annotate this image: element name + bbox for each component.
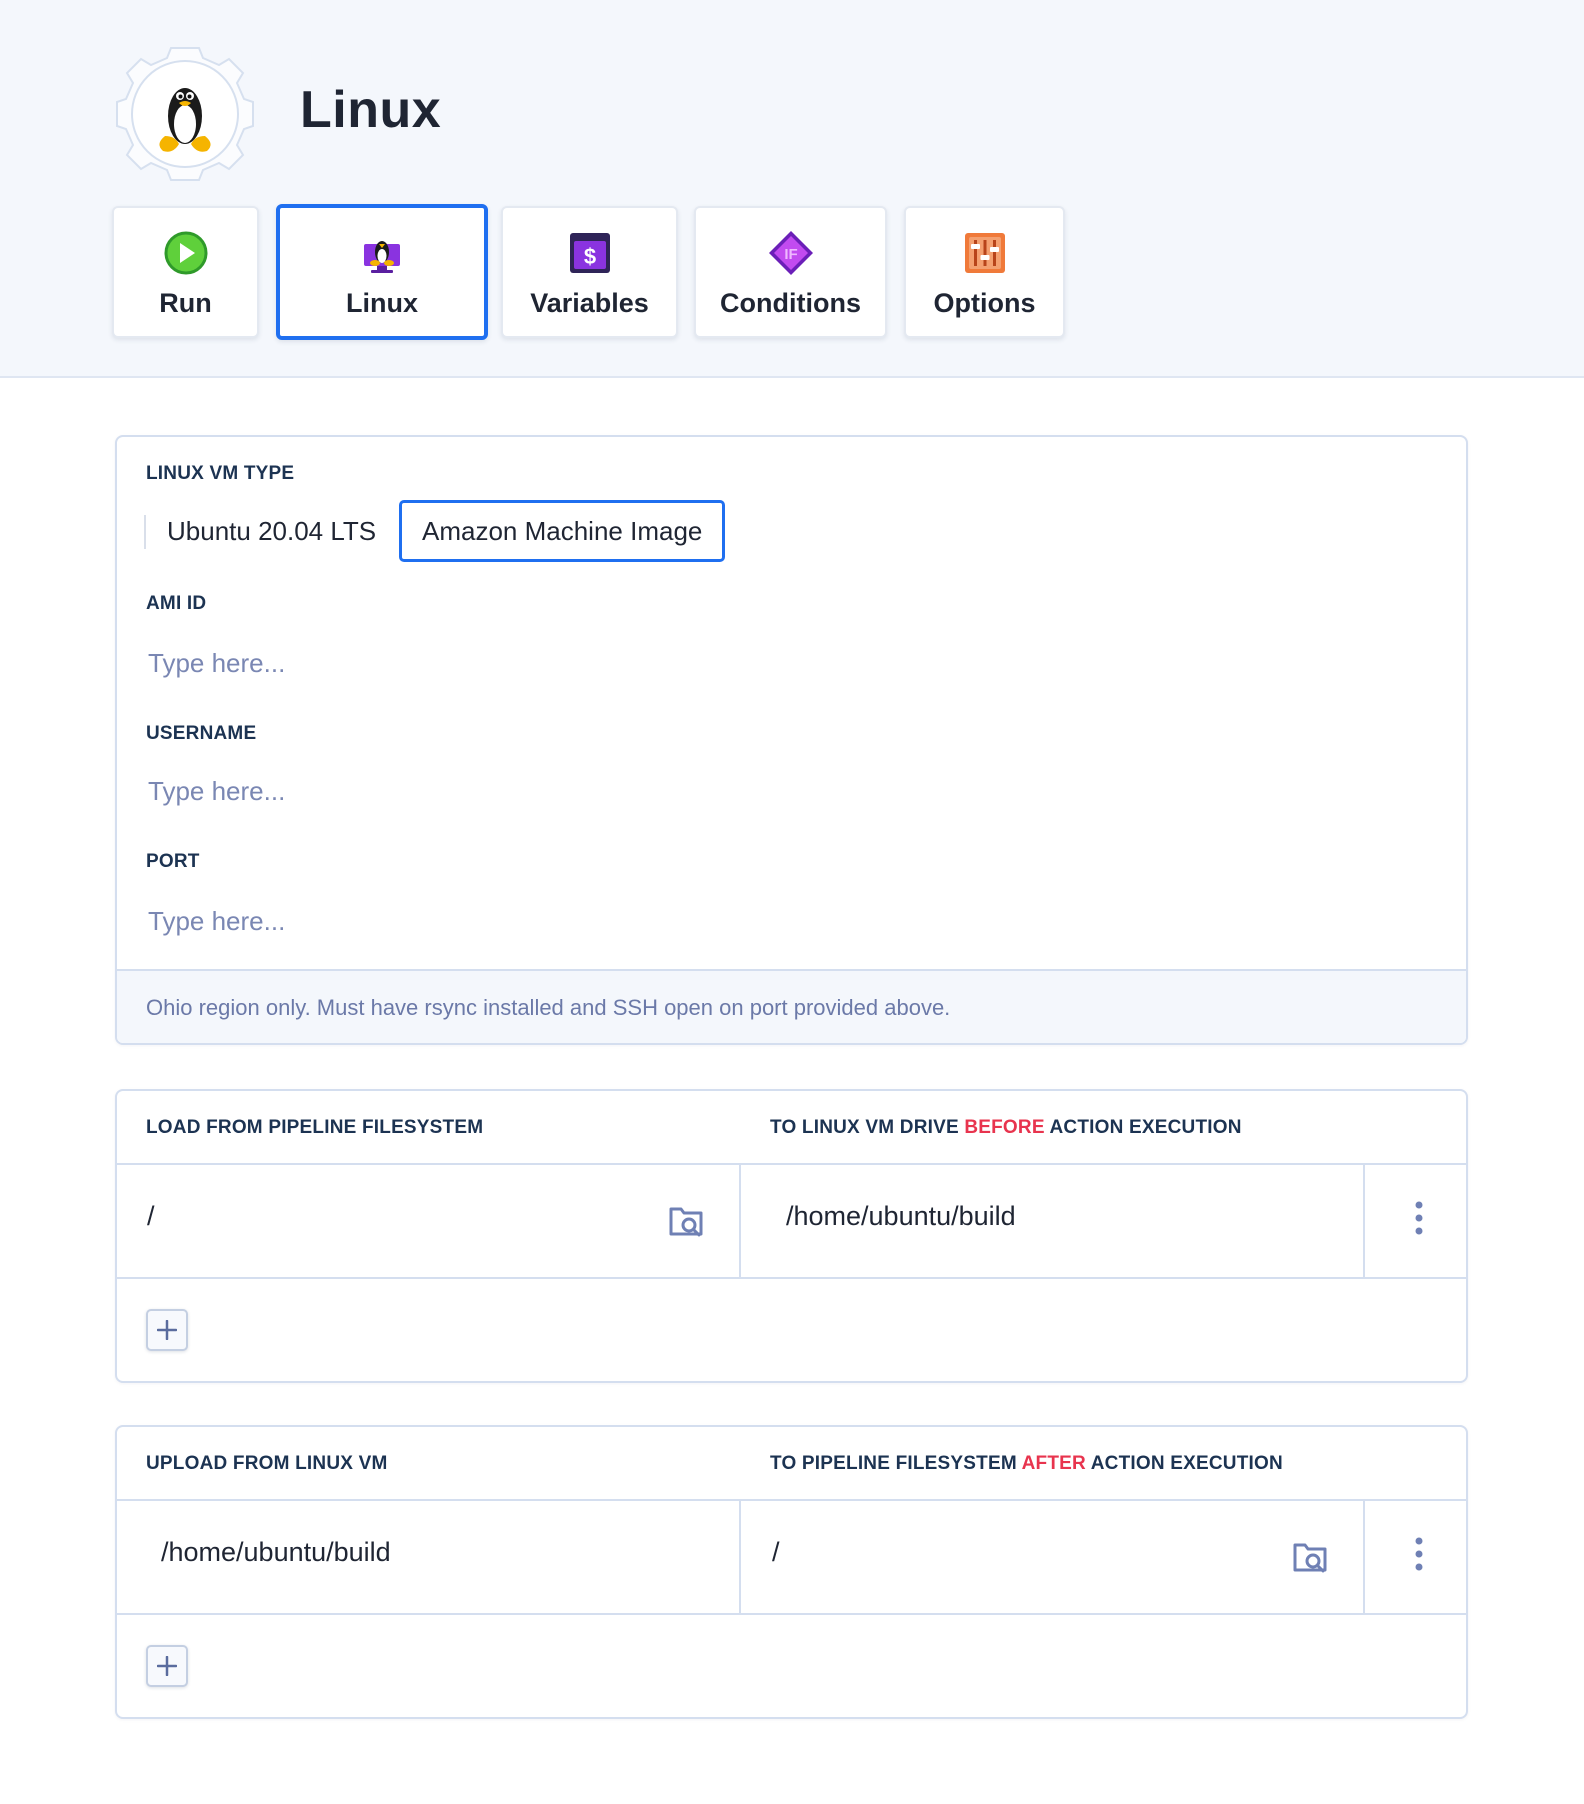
tab-variables[interactable]: $ Variables — [501, 206, 678, 338]
username-label: USERNAME — [146, 723, 257, 744]
more-options-icon[interactable] — [1409, 1535, 1429, 1575]
column-divider — [1363, 1501, 1365, 1613]
load-source-path[interactable]: / — [147, 1201, 155, 1232]
load-destination-header-highlight: BEFORE — [964, 1117, 1045, 1138]
tab-run-label: Run — [159, 288, 212, 318]
upload-destination-header-highlight: AFTER — [1021, 1453, 1086, 1474]
upload-destination-header: TO PIPELINE FILESYSTEM AFTER ACTION EXEC… — [770, 1453, 1283, 1475]
vm-config-note-text: Ohio region only. Must have rsync instal… — [146, 995, 951, 1020]
load-destination-header: TO LINUX VM DRIVE BEFORE ACTION EXECUTIO… — [770, 1117, 1242, 1139]
load-destination-header-post: ACTION EXECUTION — [1044, 1117, 1242, 1138]
browse-folder-icon[interactable] — [667, 1201, 707, 1241]
vm-type-divider — [144, 515, 146, 549]
ami-id-label: AMI ID — [146, 593, 207, 614]
username-input[interactable] — [146, 765, 1426, 817]
ami-id-input[interactable] — [146, 637, 1426, 689]
row-divider — [117, 1163, 1466, 1165]
vm-type-option-ubuntu[interactable]: Ubuntu 20.04 LTS — [147, 500, 396, 562]
port-label: PORT — [146, 851, 200, 872]
column-divider — [739, 1501, 741, 1613]
svg-text:$: $ — [583, 244, 595, 269]
upload-destination-header-post: ACTION EXECUTION — [1085, 1453, 1283, 1474]
linux-gear-icon — [116, 47, 254, 181]
plus-icon — [157, 1320, 177, 1340]
vm-config-note: Ohio region only. Must have rsync instal… — [117, 969, 1466, 1043]
column-divider — [1363, 1165, 1365, 1277]
tab-linux-label: Linux — [346, 288, 418, 318]
browse-folder-icon[interactable] — [1291, 1537, 1331, 1577]
tab-variables-label: Variables — [530, 288, 649, 318]
row-divider — [117, 1277, 1466, 1279]
tab-run[interactable]: Run — [112, 206, 259, 338]
play-icon — [164, 231, 207, 275]
upload-destination-header-pre: TO PIPELINE FILESYSTEM — [770, 1453, 1022, 1474]
vm-type-label: LINUX VM TYPE — [146, 463, 295, 484]
load-files-card: LOAD FROM PIPELINE FILESYSTEM TO LINUX V… — [115, 1089, 1468, 1383]
conditions-if-icon: IF — [768, 231, 813, 275]
add-upload-row-button[interactable] — [146, 1645, 188, 1687]
vm-type-option-ami[interactable]: Amazon Machine Image — [399, 500, 726, 562]
row-divider — [117, 1499, 1466, 1501]
port-input[interactable] — [146, 895, 1426, 947]
row-divider — [117, 1613, 1466, 1615]
tab-conditions[interactable]: IF Conditions — [694, 206, 887, 338]
load-destination-header-pre: TO LINUX VM DRIVE — [770, 1117, 965, 1138]
upload-files-card: UPLOAD FROM LINUX VM TO PIPELINE FILESYS… — [115, 1425, 1468, 1719]
add-load-row-button[interactable] — [146, 1309, 188, 1351]
upload-source-path[interactable]: /home/ubuntu/build — [161, 1537, 391, 1568]
page-title: Linux — [300, 81, 442, 139]
upload-source-header: UPLOAD FROM LINUX VM — [146, 1453, 388, 1474]
tab-options[interactable]: Options — [904, 206, 1065, 338]
svg-text:IF: IF — [784, 246, 797, 263]
upload-destination-path[interactable]: / — [772, 1537, 780, 1568]
tab-options-label: Options — [933, 288, 1036, 318]
plus-icon — [157, 1656, 177, 1676]
column-divider — [739, 1165, 741, 1277]
tab-conditions-label: Conditions — [720, 288, 861, 318]
load-source-header: LOAD FROM PIPELINE FILESYSTEM — [146, 1117, 484, 1138]
page-header: Linux Run Linux $ Variables IF Condition… — [0, 0, 1584, 378]
tab-linux[interactable]: Linux — [276, 204, 488, 340]
linux-vm-icon — [364, 241, 400, 273]
variables-icon: $ — [569, 233, 610, 273]
options-sliders-icon — [964, 233, 1005, 273]
vm-config-card: LINUX VM TYPE Ubuntu 20.04 LTS Amazon Ma… — [115, 435, 1468, 1045]
load-destination-path[interactable]: /home/ubuntu/build — [786, 1201, 1016, 1232]
more-options-icon[interactable] — [1409, 1199, 1429, 1239]
